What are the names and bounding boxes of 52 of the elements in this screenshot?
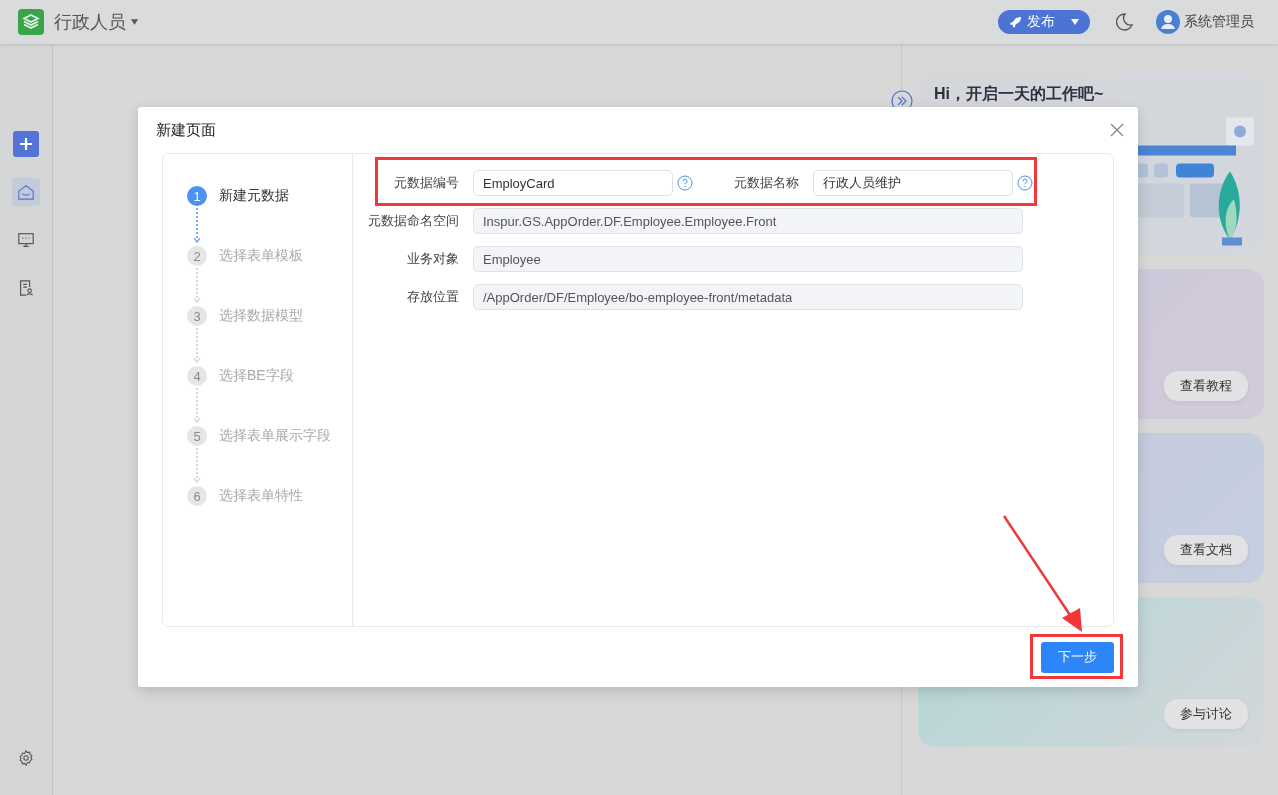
card-link-button[interactable]: 查看文档 (1164, 535, 1248, 565)
dialog-title: 新建页面 (156, 120, 216, 140)
help-icon[interactable] (677, 175, 693, 191)
step-label: 选择表单展示字段 (219, 427, 331, 445)
text-field[interactable]: EmployCard (473, 170, 673, 196)
settings-icon[interactable] (17, 749, 35, 767)
logo-icon (18, 9, 44, 35)
step-connector-arrow (192, 328, 202, 364)
step-label: 选择表单模板 (219, 247, 303, 265)
close-icon[interactable] (1110, 123, 1124, 137)
step-number: 5 (187, 426, 207, 446)
field-label: 元数据命名空间 (367, 212, 459, 230)
step-number: 2 (187, 246, 207, 266)
card-link-button[interactable]: 参与讨论 (1164, 699, 1248, 729)
step-connector-arrow (192, 268, 202, 304)
step-connector-arrow (192, 388, 202, 424)
step-label: 选择表单特性 (219, 487, 303, 505)
step-connector-arrow (192, 448, 202, 484)
greeting-heading: Hi，开启一天的工作吧~ (934, 84, 1104, 104)
field-label: 业务对象 (406, 250, 459, 268)
user-name[interactable]: 系统管理员 (1184, 13, 1254, 31)
text-field[interactable]: /AppOrder/DF/Employee/bo-employee-front/metadata (473, 284, 1023, 310)
text-field[interactable]: Employee (473, 246, 1023, 272)
app-switcher[interactable]: 行政人员 (54, 10, 139, 34)
step-number: 6 (187, 486, 207, 506)
moon-icon[interactable] (1114, 12, 1134, 32)
help-icon[interactable] (1017, 175, 1033, 191)
text-field[interactable]: Inspur.GS.AppOrder.DF.Employee.Employee.Front (473, 208, 1023, 234)
monitor-icon (17, 231, 35, 249)
field-label: 存放位置 (406, 288, 459, 306)
field-label: 元数据编号 (393, 174, 459, 192)
rocket-icon (1008, 14, 1023, 30)
text-field[interactable]: 行政人员维护 (813, 170, 1013, 196)
sidebar-item[interactable] (12, 178, 40, 206)
step-label: 选择数据模型 (219, 307, 303, 325)
plus-icon (13, 131, 39, 157)
next-step-button[interactable]: 下一步 (1041, 641, 1114, 673)
user-avatar-icon[interactable] (1156, 10, 1180, 34)
step-number: 1 (187, 186, 207, 206)
publish-button[interactable]: 发布 (998, 10, 1090, 34)
step-connector-arrow (192, 208, 202, 244)
field-label: 元数据名称 (733, 174, 799, 192)
step-label: 选择BE字段 (219, 367, 294, 385)
document-icon (17, 279, 35, 297)
step-number: 4 (187, 366, 207, 386)
home-icon (17, 183, 35, 201)
step-number: 3 (187, 306, 207, 326)
card-link-button[interactable]: 查看教程 (1164, 371, 1248, 401)
add-button[interactable] (12, 130, 40, 158)
step-label: 新建元数据 (219, 187, 289, 205)
caret-icon (130, 18, 139, 26)
caret-icon (1070, 18, 1080, 26)
